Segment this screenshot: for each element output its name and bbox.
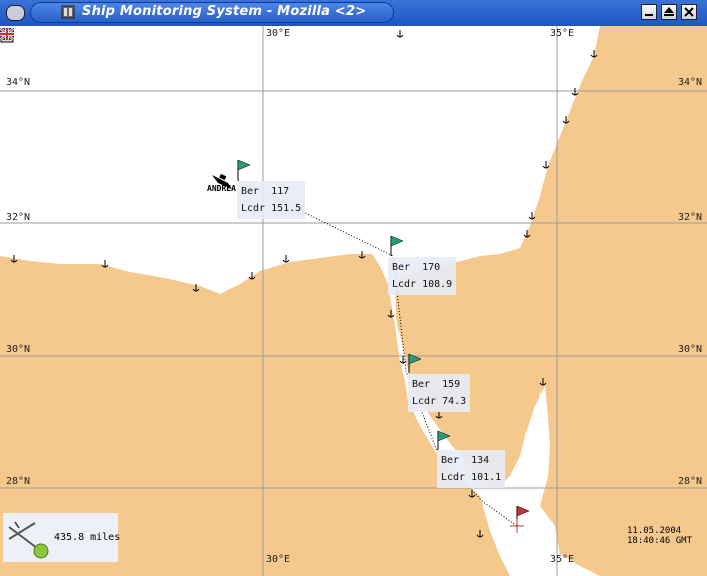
lon-label-top-35: 35°E — [550, 28, 575, 39]
lat-label-left-28: 28°N — [6, 476, 31, 487]
waypoint-info-4[interactable]: Ber 134 Lcdr 101.1 — [437, 450, 506, 488]
window-title: Ship Monitoring System - Mozilla <2> — [82, 4, 367, 19]
lat-label-right-28: 28°N — [678, 476, 703, 487]
lat-label-left-32: 32°N — [6, 212, 31, 223]
waypoint-1-ber: Ber 117 — [241, 186, 290, 197]
map-view[interactable]: 30°E 35°E 30°E 35°E 34°N 32°N 30°N 28°N … — [0, 26, 707, 576]
lon-label-bottom-30: 30°E — [266, 554, 291, 565]
waypoint-4-lcdr: Lcdr 101.1 — [441, 472, 502, 483]
close-button[interactable] — [681, 4, 697, 20]
map-canvas[interactable] — [0, 26, 707, 576]
waypoint-1-lcdr: Lcdr 151.5 — [241, 203, 302, 214]
maximize-button[interactable] — [661, 4, 677, 20]
waypoint-4-ber: Ber 134 — [441, 455, 490, 466]
lat-label-left-30: 30°N — [6, 344, 31, 355]
lon-label-top-30: 30°E — [266, 28, 291, 39]
lat-label-right-30: 30°N — [678, 344, 703, 355]
close-icon — [684, 7, 694, 17]
maximize-icon — [664, 7, 674, 16]
waypoint-2-ber: Ber 170 — [392, 262, 441, 273]
waypoint-3-lcdr: Lcdr 74.3 — [412, 396, 467, 407]
waypoint-info-1[interactable]: Ber 117 Lcdr 151.5 — [237, 181, 306, 219]
uk-flag-icon[interactable] — [0, 28, 14, 40]
minimize-button[interactable] — [641, 4, 657, 20]
datetime-readout: 11.05.2004 18:40:46 GMT — [627, 526, 692, 546]
distance-label: 435.8 miles — [54, 532, 121, 543]
time-text: 18:40:46 GMT — [627, 536, 693, 546]
waypoint-info-3[interactable]: Ber 159 Lcdr 74.3 — [408, 374, 471, 412]
lat-label-left-34: 34°N — [6, 77, 31, 88]
date-text: 11.05.2004 — [627, 526, 682, 536]
lat-label-right-34: 34°N — [678, 77, 703, 88]
app-icon — [61, 5, 75, 19]
waypoint-info-2[interactable]: Ber 170 Lcdr 108.9 — [388, 257, 457, 295]
window-titlebar: Ship Monitoring System - Mozilla <2> — [0, 0, 707, 26]
minimize-icon — [645, 14, 653, 16]
waypoint-3-ber: Ber 159 — [412, 379, 461, 390]
lon-label-bottom-35: 35°E — [550, 554, 575, 565]
window-menu-button[interactable] — [6, 5, 25, 21]
waypoint-2-lcdr: Lcdr 108.9 — [392, 279, 453, 290]
lat-label-right-32: 32°N — [678, 212, 703, 223]
ruler-compass-icon[interactable] — [3, 513, 53, 562]
ship-name-label[interactable]: ANDREA — [207, 184, 236, 193]
